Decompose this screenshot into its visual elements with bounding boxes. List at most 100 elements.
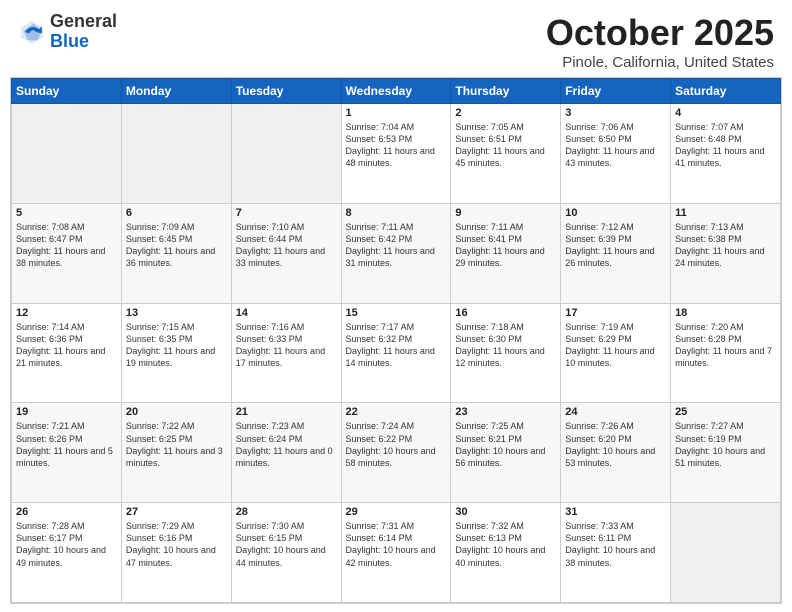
calendar-cell: 28 Sunrise: 7:30 AMSunset: 6:15 PMDayligh… bbox=[231, 503, 341, 603]
month-title: October 2025 bbox=[546, 12, 774, 54]
day-info: Sunrise: 7:24 AMSunset: 6:22 PMDaylight:… bbox=[346, 420, 447, 469]
day-info: Sunrise: 7:18 AMSunset: 6:30 PMDaylight:… bbox=[455, 321, 556, 370]
week-row-2: 5Sunrise: 7:08 AMSunset: 6:47 PMDaylight… bbox=[12, 203, 781, 303]
calendar-cell: 27 Sunrise: 7:29 AMSunset: 6:16 PMDayligh… bbox=[121, 503, 231, 603]
week-row-3: 12Sunrise: 7:14 AMSunset: 6:36 PMDayligh… bbox=[12, 303, 781, 403]
day-header-tuesday: Tuesday bbox=[231, 79, 341, 104]
calendar-cell bbox=[671, 503, 781, 603]
day-number: 7 bbox=[236, 207, 337, 219]
day-number: 15 bbox=[346, 307, 447, 319]
day-info: Sunrise: 7:17 AMSunset: 6:32 PMDaylight:… bbox=[346, 321, 447, 370]
day-header-monday: Monday bbox=[121, 79, 231, 104]
day-number: 14 bbox=[236, 307, 337, 319]
day-number: 6 bbox=[126, 207, 227, 219]
day-info: Sunrise: 7:07 AMSunset: 6:48 PMDaylight:… bbox=[675, 121, 776, 170]
calendar-cell: 18Sunrise: 7:20 AMSunset: 6:28 PMDayligh… bbox=[671, 303, 781, 403]
calendar-cell: 16Sunrise: 7:18 AMSunset: 6:30 PMDayligh… bbox=[451, 303, 561, 403]
day-info: Sunrise: 7:28 AMSunset: 6:17 PMDaylight:… bbox=[16, 520, 117, 569]
calendar-cell: 5Sunrise: 7:08 AMSunset: 6:47 PMDaylight… bbox=[12, 203, 122, 303]
calendar-cell: 12Sunrise: 7:14 AMSunset: 6:36 PMDayligh… bbox=[12, 303, 122, 403]
logo-general: General bbox=[50, 12, 117, 32]
title-block: October 2025 Pinole, California, United … bbox=[546, 12, 774, 71]
day-number: 23 bbox=[455, 406, 556, 418]
day-header-thursday: Thursday bbox=[451, 79, 561, 104]
day-info: Sunrise: 7:14 AMSunset: 6:36 PMDaylight:… bbox=[16, 321, 117, 370]
day-info: Sunrise: 7:16 AMSunset: 6:33 PMDaylight:… bbox=[236, 321, 337, 370]
logo-text: General Blue bbox=[50, 12, 117, 52]
calendar-cell: 2 Sunrise: 7:05 AMSunset: 6:51 PMDaylight… bbox=[451, 104, 561, 204]
day-number: 10 bbox=[565, 207, 666, 219]
day-header-saturday: Saturday bbox=[671, 79, 781, 104]
calendar-cell: 29Sunrise: 7:31 AMSunset: 6:14 PMDayligh… bbox=[341, 503, 451, 603]
calendar-cell: 23 Sunrise: 7:25 AMSunset: 6:21 PMDayligh… bbox=[451, 403, 561, 503]
day-info: Sunrise: 7:33 AMSunset: 6:11 PMDaylight:… bbox=[565, 520, 666, 569]
day-info: Sunrise: 7:26 AMSunset: 6:20 PMDaylight:… bbox=[565, 420, 666, 469]
header-row: SundayMondayTuesdayWednesdayThursdayFrid… bbox=[12, 79, 781, 104]
day-number: 29 bbox=[346, 506, 447, 518]
day-number: 24 bbox=[565, 406, 666, 418]
day-number: 11 bbox=[675, 207, 776, 219]
calendar-cell: 24 Sunrise: 7:26 AMSunset: 6:20 PMDayligh… bbox=[561, 403, 671, 503]
day-info: Sunrise: 7:09 AMSunset: 6:45 PMDaylight:… bbox=[126, 221, 227, 270]
day-info: Sunrise: 7:19 AMSunset: 6:29 PMDaylight:… bbox=[565, 321, 666, 370]
day-number: 31 bbox=[565, 506, 666, 518]
day-info: Sunrise: 7:22 AMSunset: 6:25 PMDaylight:… bbox=[126, 420, 227, 469]
day-info: Sunrise: 7:04 AMSunset: 6:53 PMDaylight:… bbox=[346, 121, 447, 170]
day-info: Sunrise: 7:10 AMSunset: 6:44 PMDaylight:… bbox=[236, 221, 337, 270]
day-info: Sunrise: 7:23 AMSunset: 6:24 PMDaylight:… bbox=[236, 420, 337, 469]
calendar-cell: 31 Sunrise: 7:33 AMSunset: 6:11 PMDayligh… bbox=[561, 503, 671, 603]
calendar: SundayMondayTuesdayWednesdayThursdayFrid… bbox=[10, 77, 782, 604]
day-info: Sunrise: 7:11 AMSunset: 6:41 PMDaylight:… bbox=[455, 221, 556, 270]
day-info: Sunrise: 7:30 AMSunset: 6:15 PMDaylight:… bbox=[236, 520, 337, 569]
calendar-cell: 10 Sunrise: 7:12 AMSunset: 6:39 PMDayligh… bbox=[561, 203, 671, 303]
day-info: Sunrise: 7:12 AMSunset: 6:39 PMDaylight:… bbox=[565, 221, 666, 270]
day-header-sunday: Sunday bbox=[12, 79, 122, 104]
day-number: 26 bbox=[16, 506, 117, 518]
day-number: 21 bbox=[236, 406, 337, 418]
calendar-cell: 14 Sunrise: 7:16 AMSunset: 6:33 PMDayligh… bbox=[231, 303, 341, 403]
location: Pinole, California, United States bbox=[546, 54, 774, 71]
header: General Blue October 2025 Pinole, Califo… bbox=[0, 0, 792, 77]
calendar-cell: 11 Sunrise: 7:13 AMSunset: 6:38 PMDayligh… bbox=[671, 203, 781, 303]
calendar-cell: 13 Sunrise: 7:15 AMSunset: 6:35 PMDayligh… bbox=[121, 303, 231, 403]
day-number: 1 bbox=[346, 107, 447, 119]
calendar-cell: 9 Sunrise: 7:11 AMSunset: 6:41 PMDaylight… bbox=[451, 203, 561, 303]
calendar-cell bbox=[12, 104, 122, 204]
calendar-cell: 26 Sunrise: 7:28 AMSunset: 6:17 PMDayligh… bbox=[12, 503, 122, 603]
calendar-cell: 20 Sunrise: 7:22 AMSunset: 6:25 PMDayligh… bbox=[121, 403, 231, 503]
day-number: 20 bbox=[126, 406, 227, 418]
week-row-4: 19Sunrise: 7:21 AMSunset: 6:26 PMDayligh… bbox=[12, 403, 781, 503]
calendar-cell bbox=[121, 104, 231, 204]
day-number: 9 bbox=[455, 207, 556, 219]
day-info: Sunrise: 7:13 AMSunset: 6:38 PMDaylight:… bbox=[675, 221, 776, 270]
calendar-cell: 6 Sunrise: 7:09 AMSunset: 6:45 PMDaylight… bbox=[121, 203, 231, 303]
logo: General Blue bbox=[18, 12, 117, 52]
day-number: 30 bbox=[455, 506, 556, 518]
day-info: Sunrise: 7:11 AMSunset: 6:42 PMDaylight:… bbox=[346, 221, 447, 270]
day-header-friday: Friday bbox=[561, 79, 671, 104]
calendar-cell: 8 Sunrise: 7:11 AMSunset: 6:42 PMDaylight… bbox=[341, 203, 451, 303]
day-number: 5 bbox=[16, 207, 117, 219]
calendar-cell: 22Sunrise: 7:24 AMSunset: 6:22 PMDayligh… bbox=[341, 403, 451, 503]
day-number: 8 bbox=[346, 207, 447, 219]
day-info: Sunrise: 7:21 AMSunset: 6:26 PMDaylight:… bbox=[16, 420, 117, 469]
day-number: 27 bbox=[126, 506, 227, 518]
week-row-1: 1 Sunrise: 7:04 AMSunset: 6:53 PMDaylight… bbox=[12, 104, 781, 204]
day-number: 28 bbox=[236, 506, 337, 518]
calendar-cell: 25Sunrise: 7:27 AMSunset: 6:19 PMDayligh… bbox=[671, 403, 781, 503]
calendar-cell: 30Sunrise: 7:32 AMSunset: 6:13 PMDayligh… bbox=[451, 503, 561, 603]
week-row-5: 26 Sunrise: 7:28 AMSunset: 6:17 PMDayligh… bbox=[12, 503, 781, 603]
day-number: 13 bbox=[126, 307, 227, 319]
calendar-cell: 4Sunrise: 7:07 AMSunset: 6:48 PMDaylight… bbox=[671, 104, 781, 204]
day-number: 18 bbox=[675, 307, 776, 319]
day-info: Sunrise: 7:05 AMSunset: 6:51 PMDaylight:… bbox=[455, 121, 556, 170]
day-info: Sunrise: 7:15 AMSunset: 6:35 PMDaylight:… bbox=[126, 321, 227, 370]
day-info: Sunrise: 7:06 AMSunset: 6:50 PMDaylight:… bbox=[565, 121, 666, 170]
day-info: Sunrise: 7:29 AMSunset: 6:16 PMDaylight:… bbox=[126, 520, 227, 569]
calendar-cell: 7 Sunrise: 7:10 AMSunset: 6:44 PMDaylight… bbox=[231, 203, 341, 303]
logo-blue: Blue bbox=[50, 32, 117, 52]
day-number: 2 bbox=[455, 107, 556, 119]
calendar-cell: 17Sunrise: 7:19 AMSunset: 6:29 PMDayligh… bbox=[561, 303, 671, 403]
day-info: Sunrise: 7:25 AMSunset: 6:21 PMDaylight:… bbox=[455, 420, 556, 469]
calendar-cell: 1 Sunrise: 7:04 AMSunset: 6:53 PMDaylight… bbox=[341, 104, 451, 204]
